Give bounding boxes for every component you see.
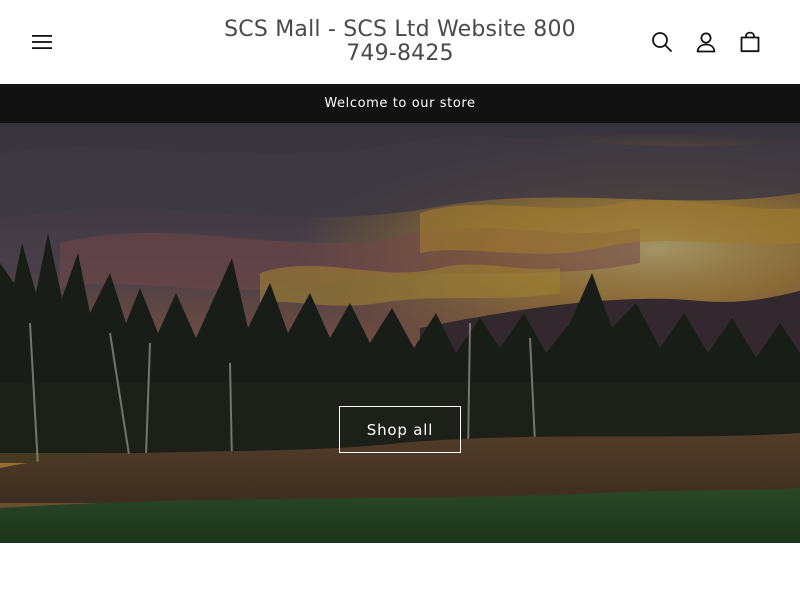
search-icon [652, 32, 672, 52]
menu-button[interactable] [22, 22, 62, 62]
shop-all-button[interactable]: Shop all [339, 406, 461, 453]
site-title-link[interactable]: SCS Mall - SCS Ltd Website 800 749-8425 [200, 18, 600, 66]
account-button[interactable] [686, 22, 726, 62]
cart-button[interactable] [730, 22, 770, 62]
menu-icon [32, 35, 52, 49]
announcement-bar: Welcome to our store [0, 84, 800, 123]
hero-banner: Shop all [0, 123, 800, 543]
search-button[interactable] [642, 22, 682, 62]
announcement-text: Welcome to our store [324, 96, 476, 111]
hero-overlay [0, 123, 800, 543]
account-icon [696, 32, 716, 53]
cart-icon [740, 31, 760, 53]
page-content-area [0, 543, 800, 600]
site-header: SCS Mall - SCS Ltd Website 800 749-8425 [0, 0, 800, 84]
